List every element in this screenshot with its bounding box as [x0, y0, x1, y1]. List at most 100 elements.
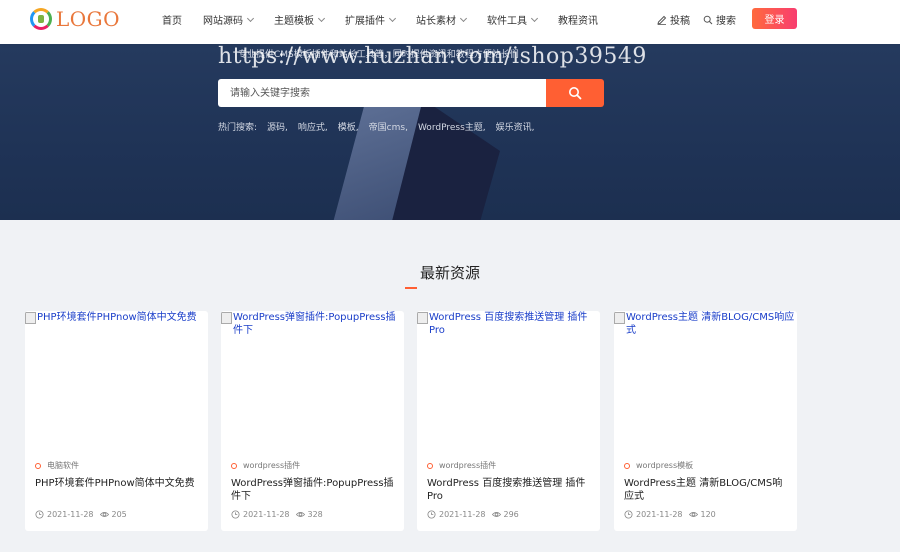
hot-search-label: 热门搜索:	[218, 123, 258, 133]
card-date: 2021-11-28	[636, 510, 683, 519]
logo-icon	[30, 8, 52, 30]
views-count: 205	[111, 510, 127, 519]
hero-banner: 专业提供CMS模板插件和站长工具等，同时提供资讯和教程方便站长们 https:/…	[0, 44, 900, 220]
section-title: 最新资源	[419, 264, 480, 282]
category-dot-icon	[427, 462, 433, 469]
views-count: 328	[307, 510, 323, 519]
card-meta: 2021-11-28 120	[624, 510, 716, 519]
eye-icon	[491, 512, 501, 517]
nav-label: 网站源码	[203, 16, 243, 27]
search-icon	[703, 15, 713, 24]
broken-image-alt: WordPress主题 清新BLOG/CMS响应式	[614, 311, 797, 337]
search-input[interactable]	[218, 79, 546, 107]
clock-icon	[35, 510, 44, 519]
resource-card[interactable]: WordPress主题 清新BLOG/CMS响应式 wordpress模板 Wo…	[614, 311, 797, 531]
broken-image-alt: WordPress弹窗插件:PopupPress插件下	[221, 311, 404, 337]
login-button[interactable]: 登录	[752, 8, 797, 29]
category-dot-icon	[624, 462, 630, 469]
category-dot-icon	[35, 462, 41, 469]
site-header: LOGO 首页 网站源码 主题模板 扩展插件 站长素材 软件工具 教程资讯 投稿…	[0, 0, 900, 44]
nav-item-source-code[interactable]: 网站源码	[203, 12, 255, 27]
hot-search-term[interactable]: WordPress主题,	[418, 120, 486, 133]
section-underline	[405, 287, 417, 289]
card-category[interactable]: wordpress插件	[427, 460, 496, 471]
eye-icon	[295, 512, 305, 517]
card-date: 2021-11-28	[439, 510, 486, 519]
hot-search-term[interactable]: 娱乐资讯,	[496, 120, 535, 133]
card-views: 120	[688, 510, 716, 519]
nav-item-plugins[interactable]: 扩展插件	[345, 12, 397, 27]
card-meta: 2021-11-28 205	[35, 510, 127, 519]
resource-card[interactable]: WordPress弹窗插件:PopupPress插件下 wordpress插件 …	[221, 311, 404, 531]
chevron-down-icon	[459, 14, 468, 22]
category-label: 电脑软件	[47, 461, 79, 470]
category-dot-icon	[231, 462, 237, 469]
clock-icon	[427, 510, 436, 519]
hot-search-term[interactable]: 响应式,	[298, 120, 328, 133]
card-title[interactable]: WordPress主题 清新BLOG/CMS响应式	[624, 477, 789, 503]
nav-item-software[interactable]: 软件工具	[487, 12, 539, 27]
card-title[interactable]: WordPress 百度搜索推送管理 插件Pro	[427, 477, 592, 503]
search-icon	[569, 87, 582, 100]
card-title[interactable]: PHP环境套件PHPnow简体中文免费	[35, 477, 200, 490]
card-thumbnail[interactable]: PHP环境套件PHPnow简体中文免费	[25, 311, 208, 451]
resource-card[interactable]: WordPress 百度搜索推送管理 插件Pro wordpress插件 Wor…	[417, 311, 600, 531]
card-date: 2021-11-28	[243, 510, 290, 519]
search-link[interactable]: 搜索	[703, 12, 736, 27]
nav-item-materials[interactable]: 站长素材	[416, 12, 468, 27]
eye-icon	[688, 512, 698, 517]
hot-searches: 热门搜索: 源码, 响应式, 模板, 帝国cms, WordPress主题, 娱…	[218, 120, 545, 133]
nav-label: 站长素材	[416, 16, 456, 27]
submit-link[interactable]: 投稿	[657, 12, 690, 27]
hero-search	[218, 79, 604, 107]
main-nav: 首页 网站源码 主题模板 扩展插件 站长素材 软件工具 教程资讯	[162, 12, 619, 27]
card-title[interactable]: WordPress弹窗插件:PopupPress插件下	[231, 477, 396, 503]
nav-label: 教程资讯	[558, 16, 598, 27]
card-views: 296	[491, 510, 519, 519]
eye-icon	[99, 512, 109, 517]
category-label: wordpress插件	[439, 461, 497, 470]
card-thumbnail[interactable]: WordPress主题 清新BLOG/CMS响应式	[614, 311, 797, 451]
chevron-down-icon	[530, 14, 539, 22]
card-category[interactable]: wordpress模板	[624, 460, 693, 471]
card-date: 2021-11-28	[47, 510, 94, 519]
watermark-text: https://www.huzhan.com/ishop39549	[218, 44, 647, 69]
views-count: 296	[503, 510, 519, 519]
site-logo[interactable]: LOGO	[30, 6, 120, 32]
clock-icon	[624, 510, 633, 519]
resource-cards: PHP环境套件PHPnow简体中文免费 电脑软件 PHP环境套件PHPnow简体…	[25, 311, 797, 531]
chevron-down-icon	[388, 14, 397, 22]
nav-label: 首页	[162, 16, 182, 27]
chevron-down-icon	[246, 14, 255, 22]
nav-label: 软件工具	[487, 16, 527, 27]
category-label: wordpress模板	[636, 461, 694, 470]
card-meta: 2021-11-28 296	[427, 510, 519, 519]
card-category[interactable]: wordpress插件	[231, 460, 300, 471]
card-thumbnail[interactable]: WordPress 百度搜索推送管理 插件Pro	[417, 311, 600, 451]
nav-item-tutorials[interactable]: 教程资讯	[558, 12, 598, 27]
card-meta: 2021-11-28 328	[231, 510, 323, 519]
card-views: 205	[99, 510, 127, 519]
nav-label: 扩展插件	[345, 16, 385, 27]
submit-label: 投稿	[670, 16, 690, 27]
header-actions: 投稿 搜索	[657, 12, 749, 27]
nav-item-themes[interactable]: 主题模板	[274, 12, 326, 27]
broken-image-alt: PHP环境套件PHPnow简体中文免费	[25, 311, 208, 324]
card-thumbnail[interactable]: WordPress弹窗插件:PopupPress插件下	[221, 311, 404, 451]
card-category[interactable]: 电脑软件	[35, 460, 79, 471]
search-button[interactable]	[546, 79, 604, 107]
card-views: 328	[295, 510, 323, 519]
edit-icon	[657, 15, 667, 25]
logo-text: LOGO	[56, 7, 121, 31]
chevron-down-icon	[317, 14, 326, 22]
category-label: wordpress插件	[243, 461, 301, 470]
search-label: 搜索	[716, 16, 736, 27]
hot-search-term[interactable]: 源码,	[267, 120, 288, 133]
nav-item-home[interactable]: 首页	[162, 12, 182, 27]
hot-search-term[interactable]: 帝国cms,	[369, 120, 408, 133]
resource-card[interactable]: PHP环境套件PHPnow简体中文免费 电脑软件 PHP环境套件PHPnow简体…	[25, 311, 208, 531]
views-count: 120	[700, 510, 716, 519]
hot-search-term[interactable]: 模板,	[338, 120, 359, 133]
nav-label: 主题模板	[274, 16, 314, 27]
broken-image-alt: WordPress 百度搜索推送管理 插件Pro	[417, 311, 600, 337]
